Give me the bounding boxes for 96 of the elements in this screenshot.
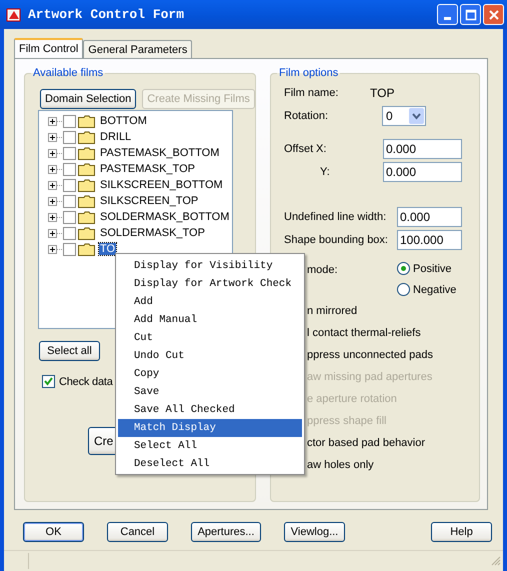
expand-icon[interactable] bbox=[48, 148, 57, 158]
group-title: Available films bbox=[32, 67, 104, 79]
maximize-button[interactable] bbox=[460, 4, 481, 25]
rotation-dropdown[interactable]: 0 bbox=[382, 106, 426, 126]
field-label: Offset bbox=[284, 142, 314, 154]
field-label: Film name: bbox=[284, 87, 340, 99]
option-label: ppress shape fill bbox=[307, 414, 388, 429]
minimize-button[interactable] bbox=[437, 4, 458, 25]
tree-item[interactable]: PASTEMASK_TOP bbox=[99, 163, 196, 175]
folder-icon bbox=[78, 178, 95, 192]
group-title: Film options bbox=[278, 67, 340, 79]
menu-item[interactable]: Add Manual bbox=[118, 311, 302, 329]
menu-item[interactable]: Save All Checked bbox=[118, 401, 302, 419]
tree-item[interactable]: TO bbox=[99, 243, 116, 255]
folder-icon bbox=[78, 210, 95, 224]
folder-icon bbox=[78, 146, 95, 160]
resize-grip-icon[interactable] bbox=[491, 556, 501, 566]
app-icon bbox=[6, 6, 22, 22]
minimize-icon bbox=[444, 16, 451, 20]
menu-item[interactable]: Save bbox=[118, 383, 302, 401]
checkbox[interactable] bbox=[42, 375, 55, 388]
expand-icon[interactable] bbox=[48, 180, 57, 190]
close-icon bbox=[488, 8, 500, 20]
option-label: aw missing pad apertures bbox=[307, 370, 434, 385]
radio-label: Negative bbox=[413, 284, 456, 296]
radio-button[interactable] bbox=[397, 262, 410, 275]
field-label: Undefined line width: bbox=[284, 210, 388, 222]
maximize-icon bbox=[464, 8, 476, 20]
menu-item[interactable]: Deselect All bbox=[118, 455, 302, 473]
button[interactable]: Domain Selection bbox=[40, 89, 136, 109]
dialog-button[interactable]: OK bbox=[23, 522, 84, 542]
option-label: n mirrored bbox=[307, 304, 358, 319]
tree-item[interactable]: SOLDERMASK_TOP bbox=[99, 227, 206, 239]
tree-item[interactable]: SILKSCREEN_TOP bbox=[99, 195, 200, 207]
film-name: TOP bbox=[370, 86, 394, 100]
checkbox[interactable] bbox=[63, 146, 76, 160]
expand-icon[interactable] bbox=[48, 116, 57, 126]
window-title: Artwork Control Form bbox=[28, 7, 184, 22]
checkbox[interactable] bbox=[63, 162, 76, 176]
dialog-button[interactable]: Cancel bbox=[107, 522, 168, 542]
checkbox[interactable] bbox=[63, 194, 76, 208]
expand-icon[interactable] bbox=[48, 132, 57, 142]
input-field[interactable]: 0.000 bbox=[383, 162, 462, 182]
folder-icon bbox=[78, 242, 95, 256]
tree-item[interactable]: DRILL bbox=[99, 131, 132, 143]
tree-item[interactable]: SILKSCREEN_BOTTOM bbox=[99, 179, 224, 191]
dialog-button[interactable]: Apertures... bbox=[191, 522, 261, 542]
select-all-button[interactable]: Select all bbox=[39, 341, 100, 361]
checkbox-label: Check data bbox=[59, 376, 113, 388]
menu-item[interactable]: Display for Visibility bbox=[118, 257, 302, 275]
menu-item[interactable]: Add bbox=[118, 293, 302, 311]
menu-item[interactable]: Match Display bbox=[118, 419, 302, 437]
checkbox[interactable] bbox=[63, 114, 76, 128]
close-button[interactable] bbox=[483, 4, 504, 25]
input-field[interactable]: 0.000 bbox=[383, 138, 462, 158]
checkbox[interactable] bbox=[63, 226, 76, 240]
menu-item[interactable]: Undo Cut bbox=[118, 347, 302, 365]
checkbox[interactable] bbox=[63, 210, 76, 224]
dialog-button[interactable]: Viewlog... bbox=[284, 522, 345, 542]
folder-icon bbox=[78, 226, 95, 240]
expand-icon[interactable] bbox=[48, 164, 57, 174]
folder-icon bbox=[78, 194, 95, 208]
folder-icon bbox=[78, 162, 95, 176]
field-label: mode: bbox=[307, 263, 339, 278]
field-label: Rotation: bbox=[284, 110, 330, 122]
tree-item[interactable]: BOTTOM bbox=[99, 115, 148, 127]
expand-icon[interactable] bbox=[48, 196, 57, 206]
checkbox[interactable] bbox=[63, 130, 76, 144]
expand-icon[interactable] bbox=[48, 244, 57, 254]
tree-item[interactable]: PASTEMASK_BOTTOM bbox=[99, 147, 220, 159]
option-label: ppress unconnected pads bbox=[307, 348, 434, 363]
menu-item[interactable]: Cut bbox=[118, 329, 302, 347]
radio-label: Positive bbox=[413, 262, 452, 274]
menu-item[interactable]: Copy bbox=[118, 365, 302, 383]
tab[interactable]: Film Control bbox=[14, 38, 84, 58]
radio-button[interactable] bbox=[397, 283, 410, 296]
menu-item[interactable]: Select All bbox=[118, 437, 302, 455]
tree-item[interactable]: SOLDERMASK_BOTTOM bbox=[99, 211, 230, 223]
input-field[interactable]: 0.000 bbox=[397, 206, 462, 226]
option-label: aw holes only bbox=[307, 458, 375, 473]
folder-icon bbox=[78, 114, 95, 128]
input-field[interactable]: 100.000 bbox=[397, 230, 462, 250]
option-label: ctor based pad behavior bbox=[307, 436, 426, 451]
option-label: e aperture rotation bbox=[307, 392, 398, 407]
field-label: Shape bounding box: bbox=[284, 234, 389, 246]
tab[interactable]: General Parameters bbox=[83, 40, 192, 58]
checkbox[interactable] bbox=[63, 242, 76, 256]
menu-item[interactable]: Display for Artwork Check bbox=[118, 275, 302, 293]
folder-icon bbox=[78, 130, 95, 144]
option-label: l contact thermal-reliefs bbox=[307, 326, 422, 341]
dialog-button[interactable]: Help bbox=[431, 522, 492, 542]
checkbox[interactable] bbox=[63, 178, 76, 192]
field-label: Y: bbox=[319, 166, 331, 178]
expand-icon[interactable] bbox=[48, 228, 57, 238]
expand-icon[interactable] bbox=[48, 212, 57, 222]
field-label: X: bbox=[316, 142, 328, 154]
